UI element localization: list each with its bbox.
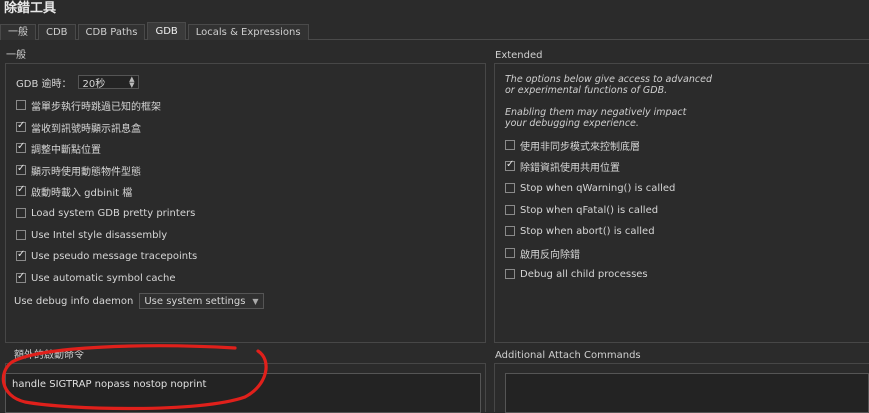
tab-gdb[interactable]: GDB [147, 22, 186, 40]
general-option-5[interactable]: Load system GDB pretty printers [16, 205, 195, 221]
checkbox-intel-disassembly[interactable] [16, 230, 26, 240]
option-label: Stop when qFatal() is called [520, 204, 659, 216]
checkbox-async-mode[interactable] [505, 140, 515, 150]
gdb-timeout-value: 20秒 [82, 78, 106, 90]
tab-general[interactable]: 一般 [0, 24, 36, 40]
checkbox-stop-abort[interactable] [505, 226, 515, 236]
checkbox-stop-qwarning[interactable] [505, 183, 515, 193]
general-option-2[interactable]: 調整中斷點位置 [16, 140, 101, 156]
extended-option-5[interactable]: 啟用反向除錯 [505, 245, 580, 261]
option-label: 當收到訊號時顯示訊息盒 [31, 123, 141, 135]
general-option-3[interactable]: 顯示時使用動態物件型態 [16, 162, 141, 178]
option-label: Debug all child processes [520, 268, 648, 280]
extended-note-1-line-1: The options below give access to advance… [505, 74, 712, 85]
general-option-1[interactable]: 當收到訊號時顯示訊息盒 [16, 119, 141, 135]
option-label: Use Intel style disassembly [31, 229, 168, 241]
debuginfod-value: Use system settings [144, 295, 246, 307]
extended-note-2-line-1: Enabling them may negatively impact [505, 107, 687, 118]
option-label: 除錯資訊使用共用位置 [520, 162, 620, 174]
option-label: Use pseudo message tracepoints [31, 250, 198, 262]
checkbox-reverse-debugging[interactable] [505, 248, 515, 258]
debuginfod-combobox[interactable]: Use system settings ▼ [139, 293, 264, 309]
extended-option-4[interactable]: Stop when abort() is called [505, 223, 655, 239]
tab-cdb[interactable]: CDB [38, 24, 76, 40]
option-label: 啟動時載入 gdbinit 檔 [31, 187, 133, 199]
checkbox-dynamic-object-type[interactable] [16, 163, 26, 175]
extended-option-6[interactable]: Debug all child processes [505, 266, 648, 282]
general-option-6[interactable]: Use Intel style disassembly [16, 227, 167, 243]
general-option-7[interactable]: Use pseudo message tracepoints [16, 248, 197, 264]
extended-group-title: Extended [495, 50, 543, 61]
general-option-0[interactable]: 當單步執行時跳過已知的框架 [16, 97, 161, 113]
general-option-8[interactable]: Use automatic symbol cache [16, 270, 176, 286]
checkbox-skip-known-frames[interactable] [16, 100, 26, 110]
checkbox-shared-debug-info[interactable] [505, 159, 515, 171]
startup-commands-label: 額外的啟動命令 [14, 350, 84, 361]
general-group: GDB 逾時： 20秒 ▲▼ 當單步執行時跳過已知的框架 當收到訊號時顯示訊息盒… [5, 63, 486, 343]
spin-arrows-icon[interactable]: ▲ ▼ [129, 76, 134, 89]
option-label: 啟用反向除錯 [520, 249, 580, 261]
extended-note-2-line-2: your debugging experience. [505, 118, 639, 129]
checkbox-debug-child-processes[interactable] [505, 269, 515, 279]
option-label: 調整中斷點位置 [31, 144, 101, 156]
tab-locals-expressions[interactable]: Locals & Expressions [187, 24, 309, 40]
checkbox-symbol-cache[interactable] [16, 271, 26, 283]
checkbox-show-message-box[interactable] [16, 120, 26, 132]
option-label: 當單步執行時跳過已知的框架 [31, 101, 161, 113]
startup-commands-editor[interactable]: handle SIGTRAP nopass nostop noprint [5, 373, 481, 413]
gdb-timeout-row: GDB 逾時： 20秒 ▲ ▼ [16, 74, 139, 90]
chevron-down-icon: ▼ [252, 296, 259, 306]
checkbox-stop-qfatal[interactable] [505, 205, 515, 215]
debuginfod-row: Use debug info daemon Use system setting… [14, 293, 264, 309]
option-label: Load system GDB pretty printers [31, 207, 196, 219]
extended-option-1[interactable]: 除錯資訊使用共用位置 [505, 158, 620, 174]
gdb-timeout-spinbox[interactable]: 20秒 ▲ ▼ [77, 75, 139, 90]
extended-note-1-line-2: or experimental functions of GDB. [505, 85, 668, 96]
option-label: Use automatic symbol cache [31, 272, 176, 284]
option-label: Stop when abort() is called [520, 225, 655, 237]
checkbox-load-pretty-printers[interactable] [16, 208, 26, 218]
checkbox-pseudo-tracepoints[interactable] [16, 249, 26, 261]
checkbox-adjust-breakpoints[interactable] [16, 141, 26, 153]
debuginfod-label: Use debug info daemon [14, 295, 134, 307]
extended-group: The options below give access to advance… [494, 63, 869, 343]
option-label: 顯示時使用動態物件型態 [31, 166, 141, 178]
extended-option-0[interactable]: 使用非同步模式來控制底層 [505, 137, 640, 153]
gdb-timeout-label: GDB 逾時： [16, 78, 72, 90]
tab-cdb-paths[interactable]: CDB Paths [77, 24, 146, 40]
attach-commands-label: Additional Attach Commands [495, 350, 641, 361]
attach-commands-editor[interactable] [505, 373, 869, 413]
general-option-4[interactable]: 啟動時載入 gdbinit 檔 [16, 183, 132, 199]
option-label: Stop when qWarning() is called [520, 182, 676, 194]
general-group-title: 一般 [6, 50, 26, 61]
checkbox-load-gdbinit[interactable] [16, 184, 26, 196]
option-label: 使用非同步模式來控制底層 [520, 141, 640, 153]
window-title: 除錯工具 [4, 1, 57, 16]
extended-option-3[interactable]: Stop when qFatal() is called [505, 202, 658, 218]
extended-option-2[interactable]: Stop when qWarning() is called [505, 180, 675, 196]
tab-bar: 一般 CDB CDB Paths GDB Locals & Expression… [0, 22, 869, 40]
